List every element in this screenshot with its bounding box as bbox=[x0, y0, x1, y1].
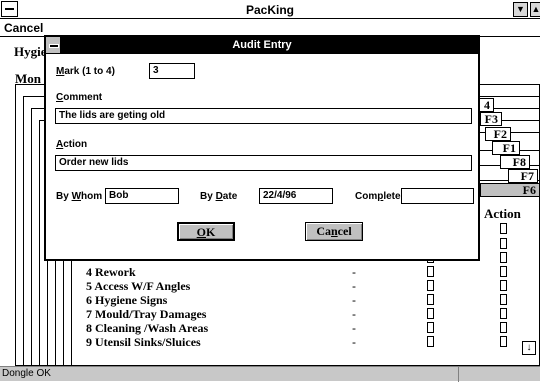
by-whom-input[interactable]: Bob bbox=[105, 188, 179, 204]
status-bar: Dongle OK bbox=[0, 366, 540, 382]
status-text: Dongle OK bbox=[2, 368, 51, 379]
mark-label: Mark (1 to 4) bbox=[56, 66, 115, 77]
row-value: - bbox=[352, 335, 356, 349]
minimize-button[interactable]: ▼ bbox=[513, 2, 528, 17]
status-checkbox[interactable] bbox=[427, 308, 434, 319]
action-checkbox[interactable] bbox=[500, 322, 507, 333]
cancel-button[interactable]: Cancel bbox=[305, 222, 363, 241]
action-checkbox[interactable] bbox=[500, 308, 507, 319]
status-checkbox[interactable] bbox=[427, 294, 434, 305]
row-value: - bbox=[352, 307, 356, 321]
complete-label: Complete bbox=[355, 191, 401, 202]
status-checkbox[interactable] bbox=[427, 322, 434, 333]
action-checkbox[interactable] bbox=[500, 294, 507, 305]
menu-cancel[interactable]: Cancel bbox=[4, 21, 43, 35]
action-column-header: Action bbox=[484, 206, 521, 221]
action-checkbox[interactable] bbox=[500, 280, 507, 291]
row-value: - bbox=[352, 279, 356, 293]
action-checkbox[interactable] bbox=[500, 336, 507, 347]
row-label: 4 Rework bbox=[86, 265, 136, 279]
tab-4[interactable]: 4 bbox=[478, 98, 494, 112]
tab-f1[interactable]: F1 bbox=[492, 141, 520, 155]
row-label: 9 Utensil Sinks/Sluices bbox=[86, 335, 201, 349]
window-titlebar: PacKing ▼ ▲ bbox=[0, 0, 540, 19]
mark-input[interactable]: 3 bbox=[149, 63, 195, 79]
row-label: 5 Access W/F Angles bbox=[86, 279, 191, 293]
action-label: Action bbox=[56, 139, 88, 150]
audit-entry-dialog: Audit Entry Mark (1 to 4) 3 Comment The … bbox=[44, 35, 480, 261]
dialog-title: Audit Entry bbox=[232, 39, 292, 51]
tab-f3[interactable]: F3 bbox=[480, 112, 502, 126]
dialog-system-menu-icon[interactable] bbox=[46, 37, 61, 53]
status-checkbox[interactable] bbox=[427, 266, 434, 277]
comment-label: Comment bbox=[56, 92, 103, 103]
maximize-button[interactable]: ▲ bbox=[530, 2, 540, 17]
by-whom-label: By Whom bbox=[56, 191, 103, 202]
action-checkbox[interactable] bbox=[500, 238, 507, 249]
dialog-titlebar: Audit Entry bbox=[46, 37, 478, 54]
row-label: 7 Mould/Tray Damages bbox=[86, 307, 207, 321]
hygiene-label: Hygie bbox=[14, 44, 47, 59]
by-date-label: By Date bbox=[200, 191, 238, 202]
action-input[interactable]: Order new lids bbox=[55, 155, 472, 171]
row-label: 8 Cleaning /Wash Areas bbox=[86, 321, 209, 335]
ok-button[interactable]: OK bbox=[177, 222, 235, 241]
comment-input[interactable]: The lids are geting old bbox=[55, 108, 472, 124]
row-label: 6 Hygiene Signs bbox=[86, 293, 168, 307]
complete-input[interactable] bbox=[401, 188, 474, 204]
tab-f2[interactable]: F2 bbox=[485, 127, 511, 141]
row-value: - bbox=[352, 293, 356, 307]
scroll-down-button[interactable]: ↓ bbox=[522, 341, 536, 355]
action-checkbox[interactable] bbox=[500, 223, 507, 234]
status-checkbox[interactable] bbox=[427, 280, 434, 291]
status-divider bbox=[458, 367, 459, 382]
window-title: PacKing bbox=[245, 3, 294, 17]
tab-f7[interactable]: F7 bbox=[508, 169, 538, 183]
row-value: - bbox=[352, 265, 356, 279]
status-checkbox[interactable] bbox=[427, 336, 434, 347]
tab-f6[interactable]: F6 bbox=[480, 183, 540, 197]
by-date-input[interactable]: 22/4/96 bbox=[259, 188, 333, 204]
tab-f8[interactable]: F8 bbox=[500, 155, 530, 169]
row-value: - bbox=[352, 321, 356, 335]
action-checkbox[interactable] bbox=[500, 266, 507, 277]
action-checkbox[interactable] bbox=[500, 252, 507, 263]
